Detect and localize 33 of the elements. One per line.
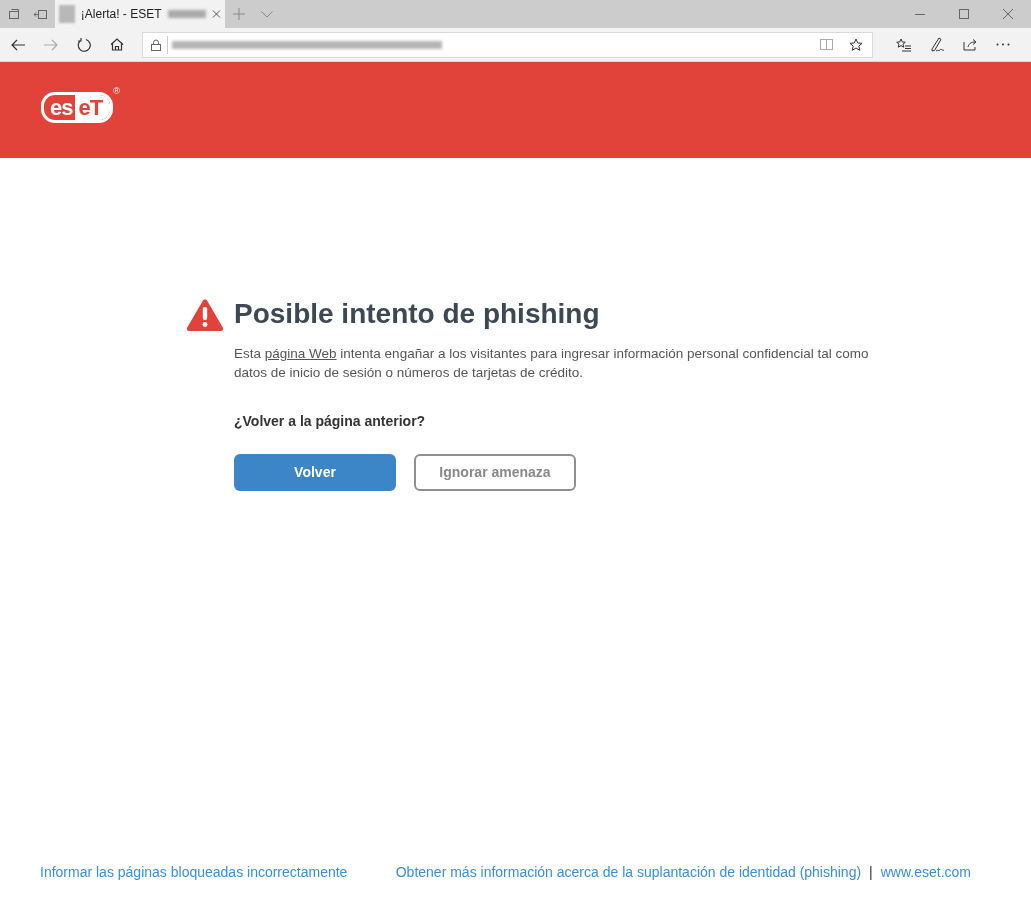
reading-view-icon[interactable]: [820, 39, 833, 50]
favorites-list-icon[interactable]: [896, 37, 911, 52]
report-link[interactable]: Informar las páginas bloqueadas incorrectamente: [40, 862, 348, 883]
maximize-icon[interactable]: [959, 9, 969, 19]
more-icon[interactable]: [996, 43, 1010, 46]
question-text: ¿Volver a la página anterior?: [234, 412, 427, 431]
forward-arrow-icon[interactable]: [44, 38, 58, 51]
star-icon[interactable]: [849, 37, 863, 52]
phishing-info-link[interactable]: Obtener más información acerca de la suplantación de identidad (phishing): [395, 862, 862, 883]
chevron-down-icon[interactable]: [261, 11, 273, 18]
share-icon[interactable]: [963, 38, 978, 51]
pen-icon[interactable]: [930, 37, 945, 52]
set-aside-tabs-icon[interactable]: [34, 8, 47, 20]
eset-website-link[interactable]: www.eset.com: [880, 862, 971, 883]
address-field[interactable]: [142, 31, 873, 58]
warning-title: Posible intento de phishing: [234, 297, 600, 331]
warning-icon: [186, 297, 224, 331]
tab-title: ¡Alerta! - ESET: [80, 6, 162, 23]
back-arrow-icon[interactable]: [11, 38, 25, 51]
close-icon[interactable]: [1003, 9, 1013, 19]
close-icon[interactable]: [212, 9, 221, 19]
home-icon[interactable]: [110, 38, 124, 51]
tab-list-icon[interactable]: [8, 8, 20, 20]
separator: |: [869, 863, 873, 882]
ignore-threat-button[interactable]: Ignorar amenaza: [414, 454, 576, 491]
back-button[interactable]: Volver: [234, 454, 396, 491]
lock-icon: [151, 38, 161, 51]
browser-tab[interactable]: ¡Alerta! - ESET: [55, 0, 225, 28]
refresh-icon[interactable]: [77, 37, 91, 52]
favicon: [59, 5, 75, 23]
redacted-text: [167, 10, 207, 18]
web-page-link[interactable]: página Web: [264, 346, 337, 361]
warning-description: Esta página Web intenta engañar a los visitantes para ingresar información personal confidencial tal como datos de inicio de sesión o números de tarjetas de crédito.: [234, 345, 870, 382]
